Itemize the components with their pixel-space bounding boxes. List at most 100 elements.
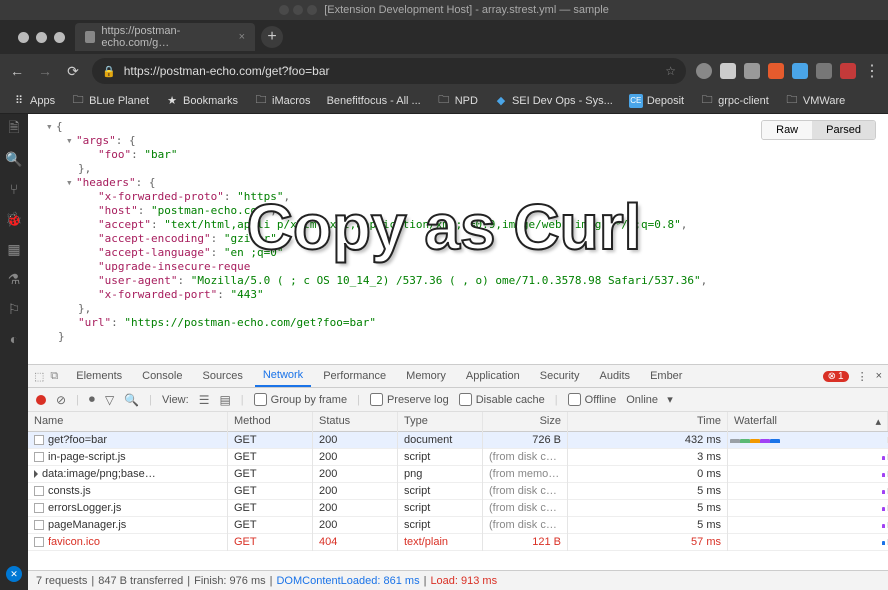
explorer-icon[interactable]: 🗎 bbox=[5, 120, 23, 138]
throttling-select[interactable]: Online ▾ bbox=[626, 393, 673, 406]
bookmark-item[interactable]: ◆SEI Dev Ops - Sys... bbox=[488, 92, 619, 110]
maximize-window-icon[interactable] bbox=[54, 32, 65, 43]
view-label: View: bbox=[162, 394, 189, 406]
reload-button[interactable]: ⟳ bbox=[64, 63, 82, 80]
tab-audits[interactable]: Audits bbox=[591, 366, 638, 386]
debug-icon[interactable]: 🐞 bbox=[5, 210, 23, 228]
bookmark-item[interactable]: 🗀NPD bbox=[431, 92, 484, 110]
tab-application[interactable]: Application bbox=[458, 366, 528, 386]
browser-tab[interactable]: https://postman-echo.com/g… × bbox=[75, 23, 255, 51]
raw-button[interactable]: Raw bbox=[762, 121, 812, 139]
bookmark-item[interactable]: 🗀iMacros bbox=[248, 92, 317, 110]
forward-button[interactable]: → bbox=[36, 63, 54, 79]
extension-icon[interactable] bbox=[816, 63, 832, 79]
network-toolbar: ⊘ | ⏺ ▽ 🔍 | View: ☰ ▤ | Group by frame |… bbox=[28, 388, 888, 412]
network-request-row[interactable]: pageManager.jsGET200script(from disk cac… bbox=[28, 517, 888, 534]
search-icon[interactable]: 🔍 bbox=[5, 150, 23, 168]
test-icon[interactable]: ⚗ bbox=[5, 270, 23, 288]
group-by-frame-checkbox[interactable]: Group by frame bbox=[254, 393, 347, 406]
large-rows-icon[interactable]: ☰ bbox=[199, 393, 210, 407]
tab-elements[interactable]: Elements bbox=[68, 366, 130, 386]
record-button[interactable] bbox=[36, 395, 46, 405]
folder-icon: 🗀 bbox=[700, 94, 714, 108]
misc-icon[interactable]: ◐ bbox=[5, 330, 23, 348]
extension-icon[interactable] bbox=[720, 63, 736, 79]
bookmark-item[interactable]: 🗀BLue Planet bbox=[65, 92, 155, 110]
close-tab-icon[interactable]: × bbox=[239, 31, 245, 43]
network-request-row[interactable]: in-page-script.jsGET200script(from disk … bbox=[28, 449, 888, 466]
col-type[interactable]: Type bbox=[398, 412, 483, 431]
new-tab-button[interactable]: + bbox=[261, 26, 283, 48]
devtools-tabbar: ⬚ ⧉ Elements Console Sources Network Per… bbox=[28, 364, 888, 388]
tab-security[interactable]: Security bbox=[532, 366, 588, 386]
disable-cache-checkbox[interactable]: Disable cache bbox=[459, 393, 545, 406]
close-window-icon[interactable] bbox=[18, 32, 29, 43]
network-request-row[interactable]: consts.jsGET200script(from disk cache)5 … bbox=[28, 483, 888, 500]
overview-icon[interactable]: ▤ bbox=[219, 393, 230, 407]
apps-shortcut[interactable]: ⠿Apps bbox=[6, 92, 61, 110]
lock-icon[interactable]: 🔒 bbox=[102, 65, 116, 78]
bookmark-item[interactable]: Benefitfocus - All ... bbox=[321, 93, 427, 109]
col-status[interactable]: Status bbox=[313, 412, 398, 431]
error-count-badge[interactable]: ⊗1 bbox=[823, 371, 849, 382]
tab-sources[interactable]: Sources bbox=[194, 366, 250, 386]
bookmark-icon[interactable]: ⚐ bbox=[5, 300, 23, 318]
devtools-settings-icon[interactable]: ⋮ bbox=[857, 370, 868, 383]
col-time[interactable]: Time bbox=[568, 412, 728, 431]
bookmarks-bar: ⠿Apps 🗀BLue Planet ★Bookmarks 🗀iMacros B… bbox=[0, 88, 888, 114]
window-title: [Extension Development Host] - array.str… bbox=[324, 4, 609, 16]
chrome-menu-icon[interactable]: ⋮ bbox=[864, 61, 880, 81]
col-waterfall[interactable]: Waterfall▴ bbox=[728, 412, 888, 431]
filter-icon[interactable]: ▽ bbox=[105, 393, 114, 407]
extensions-icon[interactable]: ▦ bbox=[5, 240, 23, 258]
tab-console[interactable]: Console bbox=[134, 366, 190, 386]
tab-ember[interactable]: Ember bbox=[642, 366, 690, 386]
source-control-icon[interactable]: ⑂ bbox=[5, 180, 23, 198]
network-table-header[interactable]: Name Method Status Type Size Time Waterf… bbox=[28, 412, 888, 432]
col-size[interactable]: Size bbox=[483, 412, 568, 431]
extension-icon[interactable] bbox=[792, 63, 808, 79]
browser-viewport: Raw Parsed ▾{ ▾"args": { "foo": "bar" },… bbox=[28, 114, 888, 590]
bookmark-star-icon[interactable]: ☆ bbox=[665, 64, 676, 78]
transferred-size: 847 B transferred bbox=[98, 575, 183, 587]
tab-memory[interactable]: Memory bbox=[398, 366, 454, 386]
device-toolbar-icon[interactable]: ⧉ bbox=[50, 370, 58, 383]
network-request-row[interactable]: errorsLogger.jsGET200script(from disk ca… bbox=[28, 500, 888, 517]
offline-checkbox[interactable]: Offline bbox=[568, 393, 617, 406]
col-name[interactable]: Name bbox=[28, 412, 228, 431]
inspect-element-icon[interactable]: ⬚ bbox=[34, 370, 44, 383]
network-request-row[interactable]: favicon.icoGET404text/plain121 B57 ms bbox=[28, 534, 888, 551]
bookmark-item[interactable]: CEDeposit bbox=[623, 92, 690, 110]
capture-screenshot-icon[interactable]: ⏺ bbox=[89, 392, 95, 407]
notification-badge[interactable]: ✕ bbox=[6, 566, 22, 582]
favicon bbox=[85, 31, 95, 43]
bookmark-item[interactable]: 🗀grpc-client bbox=[694, 92, 775, 110]
col-method[interactable]: Method bbox=[228, 412, 313, 431]
extension-icon[interactable] bbox=[744, 63, 760, 79]
network-request-row[interactable]: get?foo=barGET200document726 B432 ms bbox=[28, 432, 888, 449]
devtools-close-icon[interactable]: × bbox=[876, 370, 882, 382]
site-icon: CE bbox=[629, 94, 643, 108]
tab-network[interactable]: Network bbox=[255, 365, 311, 387]
json-view-toggle: Raw Parsed bbox=[761, 120, 876, 140]
url-input[interactable]: 🔒 https://postman-echo.com/get?foo=bar ☆ bbox=[92, 58, 686, 84]
extension-icon[interactable] bbox=[840, 63, 856, 79]
clear-button[interactable]: ⊘ bbox=[56, 393, 66, 407]
bookmark-item[interactable]: 🗀VMWare bbox=[779, 92, 851, 110]
network-table: Name Method Status Type Size Time Waterf… bbox=[28, 412, 888, 570]
requests-count: 7 requests bbox=[36, 575, 87, 587]
extension-icon[interactable] bbox=[768, 63, 784, 79]
url-text: https://postman-echo.com/get?foo=bar bbox=[124, 64, 330, 78]
chrome-addressbar: ← → ⟳ 🔒 https://postman-echo.com/get?foo… bbox=[0, 54, 888, 88]
preserve-log-checkbox[interactable]: Preserve log bbox=[370, 393, 449, 406]
back-button[interactable]: ← bbox=[8, 63, 26, 79]
network-request-row[interactable]: data:image/png;base…GET200png(from memor… bbox=[28, 466, 888, 483]
window-controls[interactable] bbox=[18, 32, 65, 43]
search-icon[interactable]: 🔍 bbox=[124, 393, 139, 407]
minimize-window-icon[interactable] bbox=[36, 32, 47, 43]
tab-performance[interactable]: Performance bbox=[315, 366, 394, 386]
folder-icon: 🗀 bbox=[254, 94, 268, 108]
extension-icon[interactable] bbox=[696, 63, 712, 79]
parsed-button[interactable]: Parsed bbox=[812, 121, 875, 139]
bookmark-item[interactable]: ★Bookmarks bbox=[159, 92, 244, 110]
